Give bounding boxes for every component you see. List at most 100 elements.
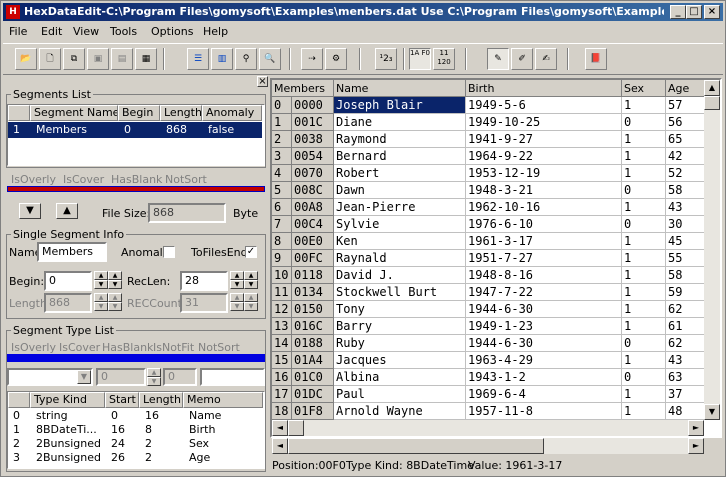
begin-spin-down[interactable]: ▼ [94, 280, 108, 289]
grid-cell-birth[interactable]: 1953-12-19 [466, 165, 622, 182]
grid-cell-sex[interactable]: 1 [622, 165, 666, 182]
grid-cell-birth[interactable]: 1949-5-6 [466, 97, 622, 114]
reclen-spin-up[interactable]: ▲ [230, 271, 244, 280]
scroll-down-icon[interactable]: ▼ [704, 404, 720, 420]
grid-cell-birth[interactable]: 1957-11-8 [466, 403, 622, 420]
begin-spin-up-alt[interactable]: ▲ [108, 271, 122, 280]
grid-cell-sex[interactable]: 1 [622, 131, 666, 148]
grid-cell-sex[interactable]: 1 [622, 403, 666, 420]
type-row[interactable]: 1 8BDateTi... 16 8 Birth [8, 423, 262, 437]
grid-cell-age[interactable]: 37 [666, 386, 706, 403]
type-table[interactable]: Type Kind Start Length Memo 0 string 0 16 Na… [7, 391, 265, 469]
grid-cell-age[interactable]: 43 [666, 199, 706, 216]
grid-cell-sex[interactable]: 1 [622, 97, 666, 114]
grid-header-birth[interactable]: Birth [466, 80, 622, 97]
reclen-spin-up-alt[interactable]: ▲ [244, 271, 258, 280]
grid-cell-age[interactable]: 55 [666, 250, 706, 267]
search-icon[interactable]: 🔍 [259, 48, 281, 70]
grid-header-age[interactable]: Age [666, 80, 706, 97]
begin-spin-down-alt[interactable]: ▼ [108, 280, 122, 289]
grid-cell-birth[interactable]: 1962-10-16 [466, 199, 622, 216]
grid-cell-sex[interactable]: 0 [622, 216, 666, 233]
menu-options[interactable]: Options [151, 25, 193, 38]
begin-input[interactable]: 0 [44, 271, 92, 291]
grid-cell-birth[interactable]: 1948-8-16 [466, 267, 622, 284]
grid-cell-birth[interactable]: 1951-7-27 [466, 250, 622, 267]
save-icon[interactable]: ▣ [87, 48, 109, 70]
maximize-button[interactable]: □ [686, 5, 702, 19]
segments-table[interactable]: Segment Name Begin Length Anomaly 1 Memb… [7, 104, 265, 166]
segment-name-input[interactable]: Members [37, 242, 107, 262]
chevron-down-icon[interactable]: ▼ [77, 370, 91, 384]
copy-icon[interactable]: ⧉ [63, 48, 85, 70]
grid-cell-age[interactable]: 59 [666, 284, 706, 301]
grid-horizontal-scrollbar[interactable]: ◄ ► [272, 420, 704, 436]
grid-cell-age[interactable]: 65 [666, 131, 706, 148]
minimize-button[interactable]: _ [670, 5, 686, 19]
grid-cell-age[interactable]: 42 [666, 148, 706, 165]
grid-header-name[interactable]: Name [334, 80, 466, 97]
grid-cell-age[interactable]: 63 [666, 369, 706, 386]
data-grid[interactable]: Members Name Birth Sex Age 0 0000 Joseph B… [270, 78, 722, 438]
grid-cell-name[interactable]: Jacques [334, 352, 466, 369]
grid-cell-name[interactable]: Ken [334, 233, 466, 250]
grid-cell-age[interactable]: 62 [666, 335, 706, 352]
grid-cell-name[interactable]: Raymond [334, 131, 466, 148]
grid-cell-sex[interactable]: 1 [622, 386, 666, 403]
grid-cell-name[interactable]: Joseph Blair [334, 97, 466, 114]
grid-cell-age[interactable]: 52 [666, 165, 706, 182]
grid-cell-age[interactable]: 57 [666, 97, 706, 114]
grid-cell-sex[interactable]: 1 [622, 318, 666, 335]
grid-cell-sex[interactable]: 0 [622, 369, 666, 386]
menu-edit[interactable]: Edit [41, 25, 62, 38]
grid-cell-age[interactable]: 58 [666, 267, 706, 284]
type-row[interactable]: 3 2Bunsigned 26 2 Age [8, 451, 262, 465]
grid-cell-name[interactable]: Albina [334, 369, 466, 386]
grid-cell-age[interactable]: 43 [666, 352, 706, 369]
grid-cell-sex[interactable]: 1 [622, 284, 666, 301]
scroll-right-icon[interactable]: ► [688, 438, 704, 454]
grid-cell-name[interactable]: Ruby [334, 335, 466, 352]
hscroll-thumb[interactable] [288, 438, 544, 454]
menu-tools[interactable]: Tools [110, 25, 137, 38]
grid-cell-name[interactable]: Tony [334, 301, 466, 318]
properties-icon[interactable]: ⚙ [325, 48, 347, 70]
grid-cell-sex[interactable]: 1 [622, 267, 666, 284]
grid-cell-sex[interactable]: 1 [622, 250, 666, 267]
grid-cell-sex[interactable]: 0 [622, 114, 666, 131]
edit-field-icon[interactable]: ✐ [511, 48, 533, 70]
scroll-thumb[interactable] [704, 96, 720, 110]
help-book-icon[interactable]: 📕 [585, 48, 607, 70]
title-bar[interactable]: H HexDataEdit-C:\Program Files\gomysoft\… [3, 3, 723, 21]
grid-cell-name[interactable]: Diane [334, 114, 466, 131]
grid-cell-birth[interactable]: 1944-6-30 [466, 301, 622, 318]
grid-cell-age[interactable]: 30 [666, 216, 706, 233]
grid-cell-birth[interactable]: 1964-9-22 [466, 148, 622, 165]
grid-cell-name[interactable]: Bernard [334, 148, 466, 165]
grid-cell-birth[interactable]: 1949-10-25 [466, 114, 622, 131]
grid-cell-sex[interactable]: 0 [622, 182, 666, 199]
grid-cell-age[interactable]: 56 [666, 114, 706, 131]
grid-cell-name[interactable]: Raynald [334, 250, 466, 267]
export-icon[interactable]: ⇢ [301, 48, 323, 70]
find-icon[interactable]: ⚲ [235, 48, 257, 70]
close-button[interactable]: × [704, 5, 720, 19]
grid-cell-age[interactable]: 45 [666, 233, 706, 250]
hex-mode-icon[interactable]: 1A F0 [409, 48, 431, 70]
grid-cell-name[interactable]: Sylvie [334, 216, 466, 233]
grid-header-sex[interactable]: Sex [622, 80, 666, 97]
grid-cell-name[interactable]: Robert [334, 165, 466, 182]
grid-cell-birth[interactable]: 1976-6-10 [466, 216, 622, 233]
hscroll-thumb[interactable] [288, 420, 304, 436]
grid-cell-birth[interactable]: 1963-4-29 [466, 352, 622, 369]
edit-segment-icon[interactable]: ✍ [535, 48, 557, 70]
grid-cell-sex[interactable]: 0 [622, 335, 666, 352]
save-all-icon[interactable]: ▤ [111, 48, 133, 70]
scroll-up-icon[interactable]: ▲ [704, 80, 720, 96]
menu-file[interactable]: File [9, 25, 27, 38]
open-icon[interactable]: 📂 [15, 48, 37, 70]
reclen-input[interactable]: 28 [180, 271, 228, 291]
grid-cell-birth[interactable]: 1949-1-23 [466, 318, 622, 335]
grid-cell-name[interactable]: Stockwell Burt [334, 284, 466, 301]
grid-cell-sex[interactable]: 1 [622, 301, 666, 318]
